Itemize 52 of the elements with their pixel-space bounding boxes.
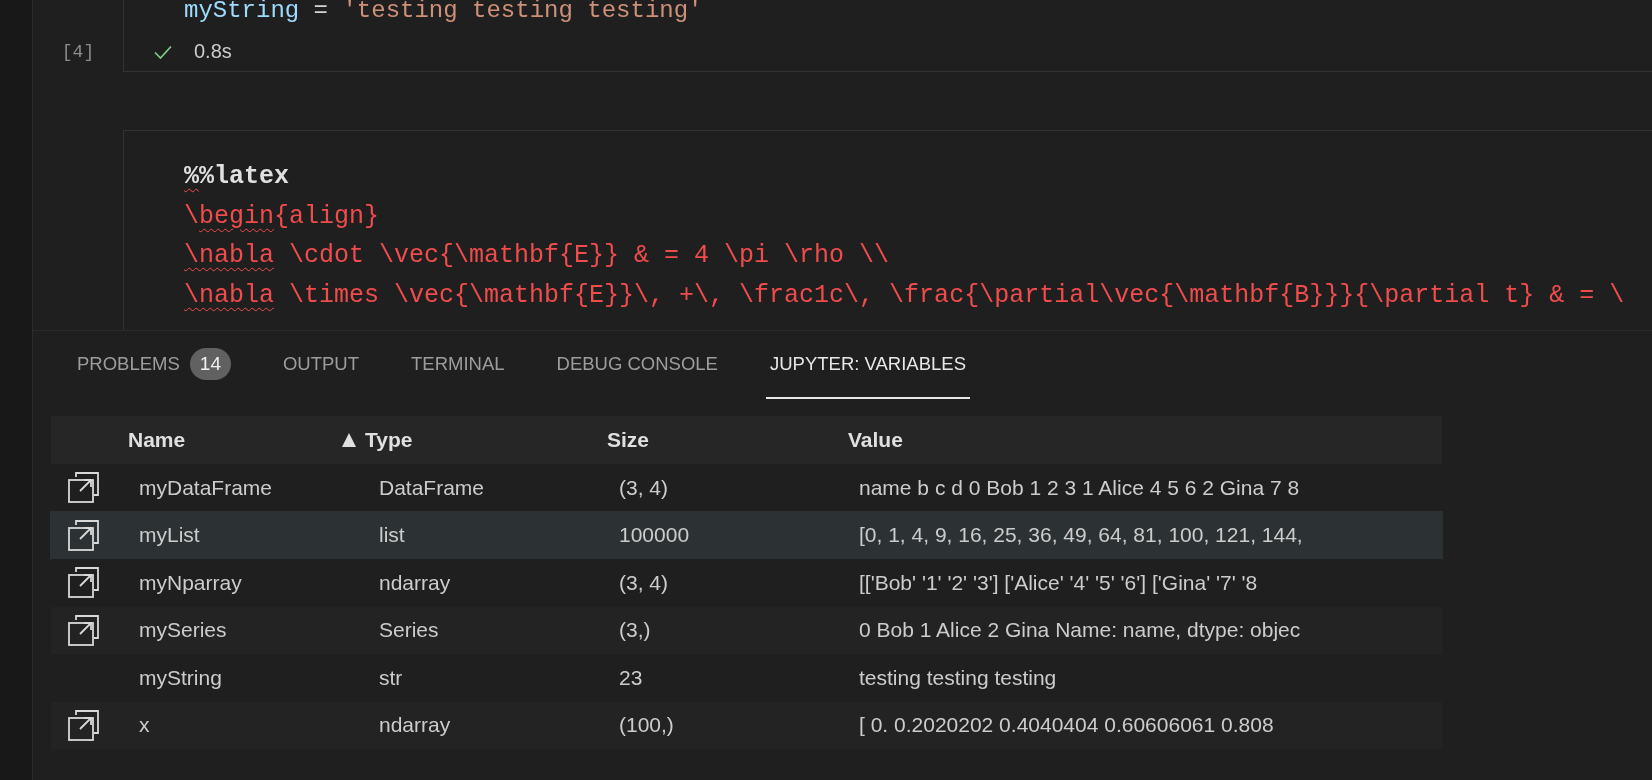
name-cell-text: myList bbox=[138, 523, 200, 548]
panel-tab[interactable]: JUPYTER: VARIABLES bbox=[765, 331, 970, 399]
code-line: \nabla \times \vec{\mathbf{E}}\, +\, \frac1c\, \frac{\partial\vec{\mathbf{B}}}{\partial t} & = \ bbox=[183, 279, 1626, 312]
code-line: \nabla \cdot \vec{\mathbf{E}} & = 4 \pi \rho \\ bbox=[183, 240, 891, 272]
open-viewer-icon[interactable] bbox=[67, 566, 100, 600]
code-line: \begin{align} bbox=[183, 200, 381, 233]
size-cell-text: 100000 bbox=[618, 523, 690, 548]
code-line: myString = 'testing testing testing' bbox=[183, 0, 704, 22]
type-cell-text: ndarray bbox=[378, 713, 451, 738]
value-cell-text: [['Bob' '1' '2' '3'] ['Alice' '4' '5' '6'] ['Gina' '7' '8 bbox=[858, 570, 1258, 595]
code-line: %%latex bbox=[183, 161, 291, 193]
name-cell-text: myDataFrame bbox=[138, 475, 273, 500]
column-header[interactable]: Name bbox=[128, 428, 186, 452]
type-cell-text: list bbox=[378, 523, 405, 548]
value-cell-text: [ 0. 0.2020202 0.4040404 0.60606061 0.808 bbox=[858, 713, 1274, 738]
execution-count: [4] bbox=[61, 42, 95, 62]
type-cell-text: ndarray bbox=[378, 570, 451, 595]
open-viewer-icon[interactable] bbox=[67, 708, 100, 742]
sort-ascending-icon[interactable] bbox=[341, 432, 357, 448]
name-cell-text: myString bbox=[138, 665, 222, 690]
panel-tab[interactable]: DEBUG CONSOLE bbox=[552, 331, 722, 399]
size-cell-text: (3, 4) bbox=[618, 475, 668, 500]
checkmark-icon bbox=[154, 44, 172, 59]
size-cell-text: (3,) bbox=[618, 618, 651, 643]
column-header[interactable]: Value bbox=[848, 428, 903, 452]
variable-row[interactable]: myList list 100000 [0, 1, 4, 9, 16, 25, 36, 49, 64, 81, 100, 121, 144, bbox=[51, 511, 1442, 559]
panel-tab[interactable]: OUTPUT bbox=[278, 331, 363, 399]
type-cell-text: DataFrame bbox=[378, 475, 485, 500]
size-cell-text: (100,) bbox=[618, 713, 674, 738]
size-cell-text: 23 bbox=[618, 665, 643, 690]
panel-tab[interactable]: TERMINAL bbox=[407, 331, 509, 399]
value-cell-text: name b c d 0 Bob 1 2 3 1 Alice 4 5 6 2 Gina 7 8 bbox=[858, 475, 1300, 500]
name-cell-text: mySeries bbox=[138, 618, 227, 643]
count-badge: 14 bbox=[189, 348, 231, 380]
type-cell-text: Series bbox=[378, 618, 439, 643]
open-viewer-icon[interactable] bbox=[67, 471, 100, 505]
name-cell-text: x bbox=[138, 713, 150, 738]
open-viewer-icon[interactable] bbox=[67, 613, 100, 647]
execution-time: 0.8s bbox=[194, 40, 232, 63]
type-cell-text: str bbox=[378, 665, 403, 690]
column-header[interactable]: Type bbox=[365, 428, 413, 452]
column-header[interactable]: Size bbox=[607, 428, 650, 452]
value-cell-text: 0 Bob 1 Alice 2 Gina Name: name, dtype: objec bbox=[858, 618, 1301, 643]
tab-label: PROBLEMS bbox=[77, 353, 180, 375]
open-viewer-icon[interactable] bbox=[67, 518, 100, 552]
panel-tab[interactable]: PROBLEMS 14 bbox=[73, 331, 235, 399]
name-cell-text: myNparray bbox=[138, 570, 242, 595]
variable-row[interactable]: mySeries Series (3,) 0 Bob 1 Alice 2 Gina Name: name, dtype: objec bbox=[51, 606, 1442, 654]
size-cell-text: (3, 4) bbox=[618, 570, 668, 595]
value-cell-text: testing testing testing bbox=[858, 665, 1057, 690]
value-cell-text: [0, 1, 4, 9, 16, 25, 36, 49, 64, 81, 100, 121, 144, bbox=[858, 523, 1303, 548]
variable-row[interactable]: x ndarray (100,) [ 0. 0.2020202 0.4040404 0.60606061 0.808 bbox=[51, 701, 1442, 749]
